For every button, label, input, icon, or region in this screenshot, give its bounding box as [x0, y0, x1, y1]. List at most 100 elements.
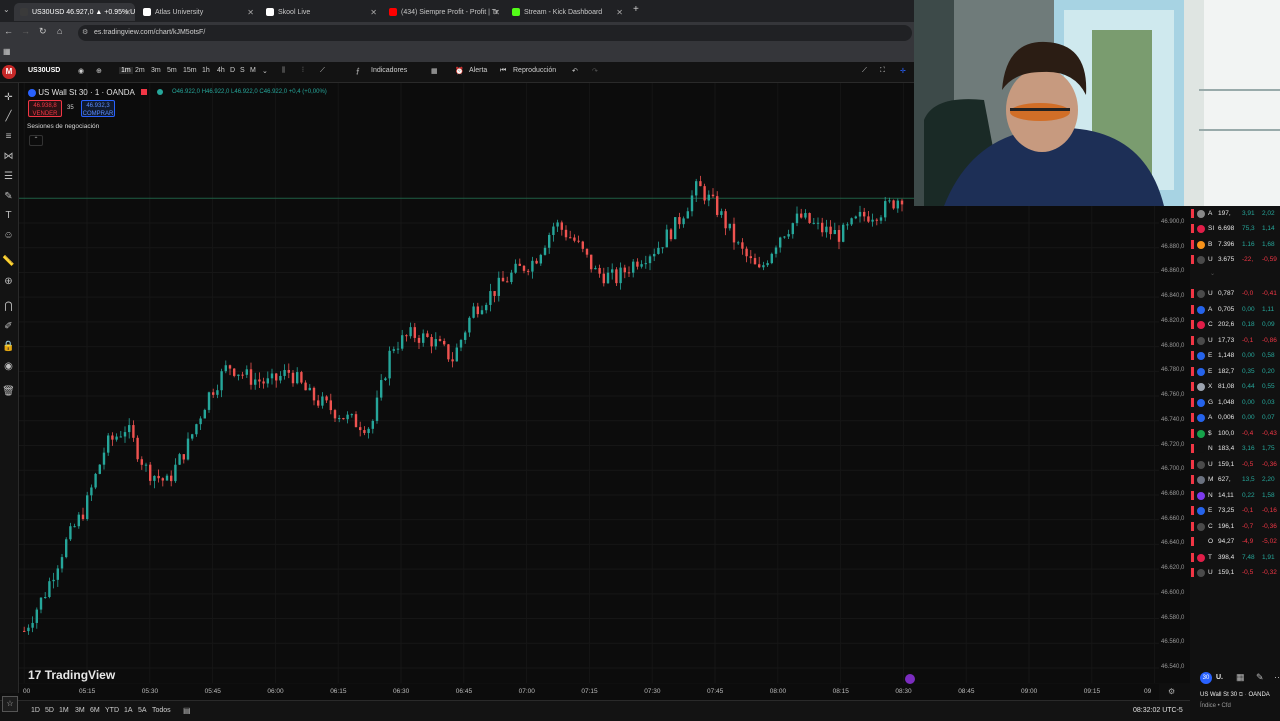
axis-settings-icon[interactable]: ⚙ [1168, 687, 1175, 696]
range-ytd[interactable]: YTD [105, 707, 119, 714]
details-symbol[interactable]: U. [1216, 674, 1223, 681]
fullscreen-icon[interactable]: ⛶ [880, 67, 885, 75]
text-tool-icon[interactable]: T [2, 209, 15, 222]
tab-close-icon[interactable]: ✕ [247, 8, 254, 17]
trash-icon[interactable]: 🗑 [2, 385, 15, 398]
range-1a[interactable]: 1A [124, 707, 133, 714]
url-field[interactable]: ⚙ es.tradingview.com/chart/kJM5otsF/ [78, 25, 912, 41]
indicators-button[interactable]: Indicadores [371, 67, 407, 74]
interval-1h[interactable]: 1h [202, 67, 210, 74]
range-6m[interactable]: 6M [90, 707, 100, 714]
range-5a[interactable]: 5A [138, 707, 147, 714]
collapse-legend-button[interactable]: ⌃ [29, 135, 43, 146]
watchlist-row[interactable]: T 398,4 7,48 1,91 [1190, 550, 1280, 565]
brush-icon[interactable]: ✎ [2, 190, 15, 203]
favorites-star-icon[interactable]: ☆ [2, 696, 18, 712]
watchlist-row[interactable]: E 182,7 0,35 0,20 [1190, 364, 1280, 379]
interval-2m[interactable]: 2m [135, 67, 145, 74]
symbol-eye-icon[interactable]: ◉ [78, 67, 84, 75]
emoji-icon[interactable]: ☺ [2, 229, 15, 242]
alert-button[interactable]: Alerta [469, 67, 487, 74]
zoom-icon[interactable]: ⊕ [2, 275, 15, 288]
interval-5m[interactable]: 5m [167, 67, 177, 74]
stay-drawing-icon[interactable]: ✐ [2, 320, 15, 333]
watchlist-row[interactable]: U 159,1 -0,5 -0,36 [1190, 457, 1280, 472]
interval-m[interactable]: M [250, 67, 256, 74]
forward-icon[interactable]: → [21, 26, 30, 36]
interval-1m[interactable]: 1m [119, 67, 133, 74]
watchlist-row[interactable]: SI 6.698 75,3 1,14 [1190, 221, 1280, 236]
buy-button[interactable]: 46.932,3 COMPRAR [81, 100, 115, 117]
watchlist-row[interactable]: U 3.675 -22, -0,59 [1190, 252, 1280, 267]
layout-icon[interactable]: ▦ [1236, 672, 1245, 683]
more-icon[interactable]: ⋯ [1274, 672, 1280, 683]
watchlist-row[interactable]: U 17,73 -0,1 -0,86 [1190, 333, 1280, 348]
sessions-indicator[interactable]: Sesiones de negociación [27, 123, 99, 130]
compare-plus-icon[interactable]: ⊕ [96, 67, 102, 75]
section-collapse-icon[interactable]: ⌄ [1210, 270, 1215, 277]
cursor-cross-icon[interactable]: ✛ [2, 91, 15, 104]
interval-d[interactable]: D [230, 67, 235, 74]
tab-close-icon[interactable]: ✕ [616, 8, 623, 17]
watchlist-row[interactable]: M 627, 13,5 2,20 [1190, 472, 1280, 487]
date-range-icon[interactable]: ▤ [183, 706, 191, 715]
external-link-icon[interactable]: ⧉ [1239, 692, 1243, 698]
tab-close-icon[interactable]: ✕ [370, 8, 377, 17]
range-3m[interactable]: 3M [75, 707, 85, 714]
tab-list-icon[interactable]: ⌄ [3, 5, 10, 14]
interval-4h[interactable]: 4h [217, 67, 225, 74]
watchlist-row[interactable]: X 81,08 0,44 0,55 [1190, 379, 1280, 394]
magnet-icon[interactable]: ⋂ [2, 300, 15, 313]
site-info-icon[interactable]: ⚙ [82, 25, 88, 41]
replay-button[interactable]: Reproducción [513, 67, 556, 74]
watchlist-row[interactable]: G 1,048 0,00 0,03 [1190, 395, 1280, 410]
symbol-search[interactable]: US30USD [28, 67, 60, 74]
projection-icon[interactable]: ☰ [2, 170, 15, 183]
browser-tab[interactable]: (434) Siempre Profit - Profit | Tr ✕ [383, 3, 504, 21]
watchlist-row[interactable]: U 0,787 -0,0 -0,41 [1190, 286, 1280, 301]
tab-close-icon[interactable]: ✕ [124, 8, 131, 17]
home-icon[interactable]: ⌂ [57, 26, 62, 36]
range-5d[interactable]: 5D [45, 707, 54, 714]
pattern-icon[interactable]: ⋈ [2, 150, 15, 163]
bar-type-icon[interactable]: ⫶ [302, 67, 304, 75]
redo-icon[interactable]: ↷ [592, 67, 598, 75]
new-tab-button[interactable]: + [633, 4, 639, 15]
watchlist-row[interactable]: A 0,006 0,00 0,07 [1190, 410, 1280, 425]
browser-tab[interactable]: US30USD 46.927,0 ▲ +0.95% U ✕ [14, 3, 135, 21]
crosshair-icon[interactable]: ✛ [900, 67, 906, 75]
candles-type-icon[interactable]: ⫼ [282, 67, 285, 75]
watchlist-row[interactable]: C 196,1 -0,7 -0,36 [1190, 519, 1280, 534]
chart-legend-title[interactable]: US Wall St 30 · 1 · OANDA [28, 88, 163, 97]
watchlist-row[interactable]: A 0,705 0,00 1,11 [1190, 302, 1280, 317]
layouts-grid-icon[interactable]: ▦ [431, 67, 438, 75]
visibility-icon[interactable]: ◉ [2, 360, 15, 373]
watchlist-row[interactable]: A 197, 3,91 2,02 [1190, 206, 1280, 221]
profile-avatar[interactable]: M [2, 65, 16, 79]
browser-tab[interactable]: Atlas University ✕ [137, 3, 258, 21]
apps-grid-icon[interactable]: ▦ [3, 47, 11, 56]
watchlist-row[interactable]: E 73,25 -0,1 -0,16 [1190, 503, 1280, 518]
watchlist-row[interactable]: C 202,6 0,18 0,09 [1190, 317, 1280, 332]
line-chart-icon[interactable]: ⟋ [320, 67, 325, 75]
interval-s[interactable]: S [240, 67, 245, 74]
edit-icon[interactable]: ✎ [1256, 672, 1264, 683]
browser-tab[interactable]: Skool Live ✕ [260, 3, 381, 21]
watchlist-row[interactable]: B 7.396 1.16 1,68 [1190, 237, 1280, 252]
undo-icon[interactable]: ↶ [572, 67, 578, 75]
browser-tab[interactable]: Stream - Kick Dashboard ✕ [506, 3, 627, 21]
time-axis[interactable]: 00 05:15 05:30 05:45 06:00 06:15 06:30 06:45 07:… [19, 684, 1159, 700]
clock-timezone[interactable]: 08:32:02 UTC-5 [1133, 707, 1183, 714]
back-icon[interactable]: ← [4, 26, 13, 36]
lock-icon[interactable]: 🔒 [2, 340, 15, 353]
interval-3m[interactable]: 3m [151, 67, 161, 74]
watchlist-row[interactable]: N 183,4 3,16 1,75 [1190, 441, 1280, 456]
range-todos[interactable]: Todos [152, 707, 171, 714]
watchlist-row[interactable]: N 14,11 0,22 1,58 [1190, 488, 1280, 503]
watchlist-row[interactable]: E 1,148 0,00 0,58 [1190, 348, 1280, 363]
reload-icon[interactable]: ↻ [39, 26, 47, 37]
watchlist-row[interactable]: U 159,1 -0,5 -0,32 [1190, 565, 1280, 580]
watchlist-row[interactable]: $100,0 -0,4 -0,43 [1190, 426, 1280, 441]
range-1m[interactable]: 1M [59, 707, 69, 714]
fib-icon[interactable]: ≡ [2, 130, 15, 143]
